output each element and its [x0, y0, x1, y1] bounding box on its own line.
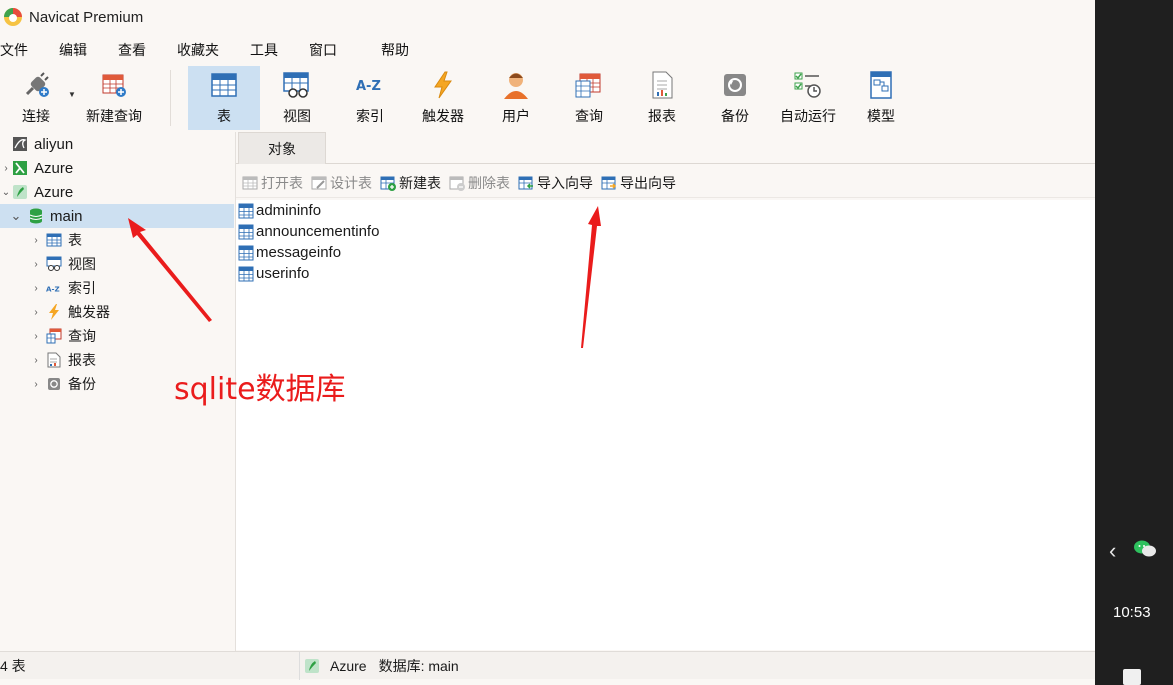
chevron-left-icon[interactable]: ‹ — [1109, 538, 1116, 564]
notification-icon[interactable] — [1123, 669, 1141, 685]
clock-text: 10:53 — [1113, 604, 1151, 621]
navicat-window: Navicat Premium 文件 编辑 查看 收藏夹 工具 窗口 帮助 连接… — [0, 0, 1095, 685]
annotation-arrows — [128, 206, 601, 348]
system-side-panel: ‹ 10:53 — [1095, 0, 1173, 685]
wechat-icon[interactable] — [1133, 538, 1157, 560]
annotation-arrow-left — [128, 218, 212, 322]
annotation-sqlite-label: sqlite数据库 — [174, 372, 346, 407]
annotation-arrow-right — [581, 206, 601, 348]
